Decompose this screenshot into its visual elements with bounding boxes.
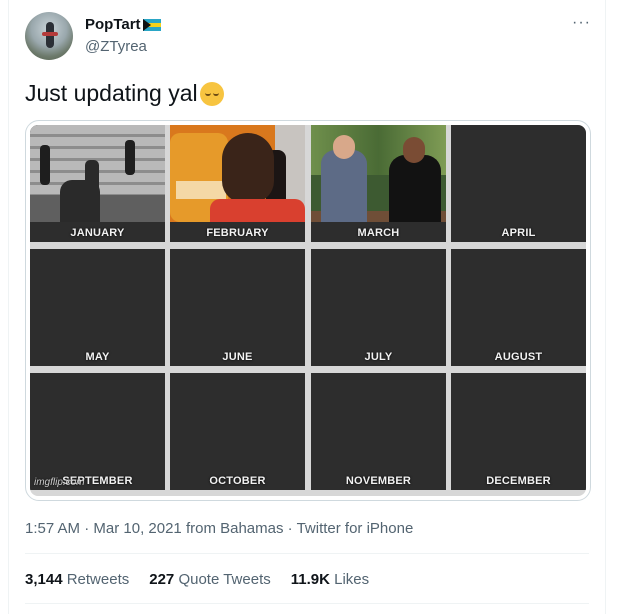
more-options-icon[interactable]: ··· <box>572 14 591 32</box>
display-name[interactable]: PopTart <box>85 16 141 33</box>
tweet-text: Just updating yal <box>25 80 224 107</box>
month-label: APRIL <box>501 227 536 239</box>
month-cell-march: MARCH <box>311 125 446 242</box>
month-label: FEBRUARY <box>206 227 269 239</box>
month-cell-november: NOVEMBER <box>311 373 446 490</box>
month-label: DECEMBER <box>486 475 551 487</box>
avatar[interactable] <box>25 12 73 60</box>
month-label: MAY <box>85 351 110 363</box>
month-label: OCTOBER <box>209 475 266 487</box>
author-name-row[interactable]: PopTart <box>85 16 161 33</box>
tweet-time: 1:57 AM <box>25 520 81 537</box>
quote-tweets-stat[interactable]: 227 Quote Tweets <box>149 571 270 588</box>
february-photo <box>170 125 305 222</box>
retweets-label: Retweets <box>66 571 130 588</box>
month-cell-december: DECEMBER <box>451 373 586 490</box>
tweet-card: PopTart @ZTyrea ··· Just updating yal JA… <box>8 0 606 614</box>
user-handle[interactable]: @ZTyrea <box>85 38 147 55</box>
tweet-source-link[interactable]: Twitter for iPhone <box>297 520 414 537</box>
divider <box>25 553 589 554</box>
march-photo <box>311 125 446 222</box>
relieved-face-emoji-icon <box>199 81 224 106</box>
tweet-stats: 3,144 Retweets 227 Quote Tweets 11.9K Li… <box>25 571 369 588</box>
month-label: AUGUST <box>494 351 543 363</box>
tweet-date: Mar 10, 2021 <box>93 520 182 537</box>
month-cell-january: JANUARY <box>30 125 165 242</box>
month-label: JUNE <box>222 351 253 363</box>
quote-tweets-count: 227 <box>149 571 175 588</box>
month-label: JANUARY <box>70 227 125 239</box>
month-cell-april: APRIL <box>451 125 586 242</box>
month-cell-october: OCTOBER <box>170 373 305 490</box>
likes-count: 11.9K <box>290 571 330 588</box>
month-cell-june: JUNE <box>170 249 305 366</box>
likes-label: Likes <box>334 571 370 588</box>
tweet-metadata: 1:57 AM · Mar 10, 2021 from Bahamas · Tw… <box>25 520 414 537</box>
tweet-text-content: Just updating yal <box>25 80 198 106</box>
quote-tweets-label: Quote Tweets <box>178 571 271 588</box>
month-cell-september: SEPTEMBER imgflip.com <box>30 373 165 490</box>
imgflip-watermark: imgflip.com <box>34 477 85 488</box>
divider <box>25 603 589 604</box>
avatar-figure-accent <box>42 32 58 36</box>
month-cell-july: JULY <box>311 249 446 366</box>
january-photo <box>30 125 165 222</box>
month-cell-may: MAY <box>30 249 165 366</box>
month-cell-february: FEBRUARY <box>170 125 305 242</box>
month-label: NOVEMBER <box>345 475 412 487</box>
tweet-media[interactable]: JANUARY FEBRUARY MARCH APRIL MAY JUNE JU… <box>25 120 591 501</box>
tweet-location: from Bahamas <box>185 520 284 537</box>
retweets-stat[interactable]: 3,144 Retweets <box>25 571 129 588</box>
month-label: MARCH <box>357 227 400 239</box>
month-grid-image: JANUARY FEBRUARY MARCH APRIL MAY JUNE JU… <box>30 125 586 496</box>
retweets-count: 3,144 <box>25 571 63 588</box>
likes-stat[interactable]: 11.9K Likes <box>291 571 369 588</box>
bahamas-flag-icon <box>142 18 161 31</box>
month-cell-august: AUGUST <box>451 249 586 366</box>
month-label: JULY <box>364 351 393 363</box>
tweet-timestamp-link[interactable]: 1:57 AM · Mar 10, 2021 <box>25 520 182 537</box>
